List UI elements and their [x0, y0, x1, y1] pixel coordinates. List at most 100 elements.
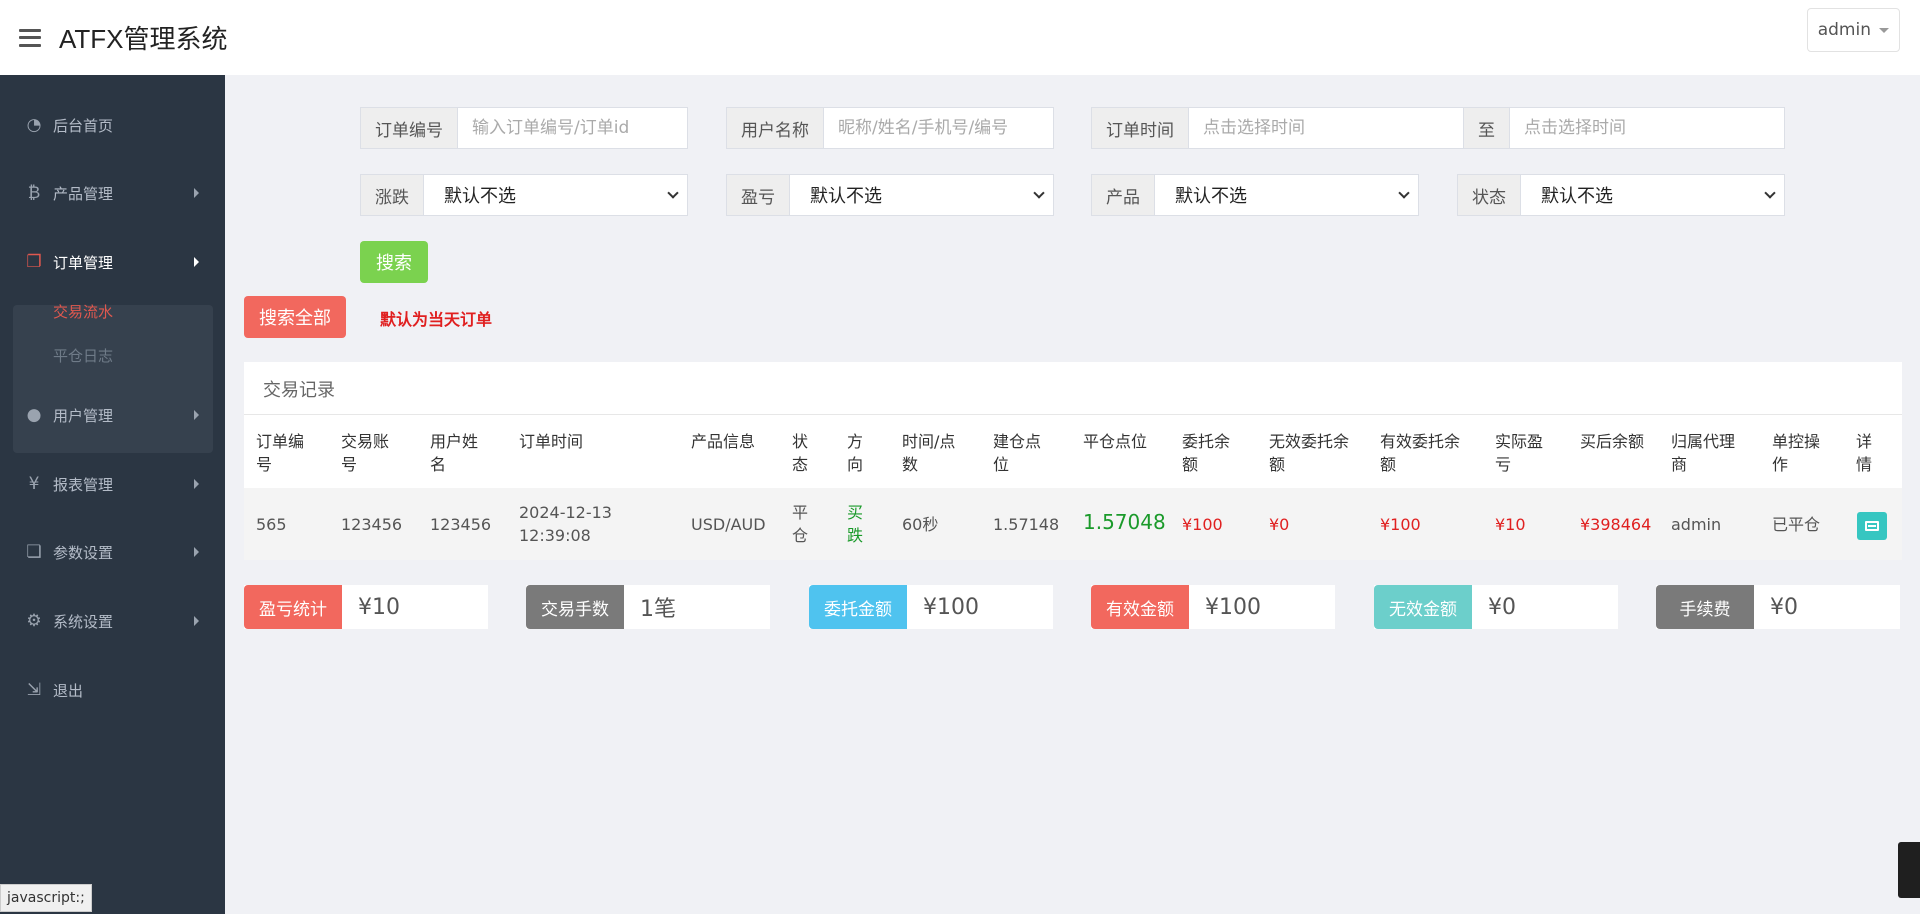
- order-no-filter: 订单编号: [360, 107, 688, 149]
- detail-button[interactable]: [1857, 512, 1887, 540]
- col-header-invalid-entrust: 无效委托余额: [1269, 432, 1350, 474]
- updown-filter: 涨跌 默认不选: [360, 174, 688, 216]
- top-header: ATFX管理系统 admin: [0, 0, 1920, 75]
- stat-label: 有效金额: [1091, 585, 1189, 629]
- sidebar-item-params[interactable]: ❏ 参数设置: [0, 532, 225, 572]
- pnl-label: 盈亏: [727, 175, 790, 215]
- sidebar-item-reports[interactable]: ¥ 报表管理: [0, 464, 225, 504]
- updown-select[interactable]: 默认不选: [424, 175, 687, 215]
- updown-selected: 默认不选: [444, 186, 516, 207]
- cell-duration: 60秒: [902, 515, 939, 534]
- stat-label: 无效金额: [1374, 585, 1472, 629]
- col-header-agent: 归属代理商: [1671, 432, 1736, 474]
- stat-label: 手续费: [1656, 585, 1754, 629]
- caret-right-icon: [194, 257, 199, 267]
- default-today-note: 默认为当天订单: [380, 310, 493, 329]
- caret-down-icon: [1879, 27, 1889, 33]
- stat-label: 委托金额: [809, 585, 907, 629]
- caret-right-icon: [194, 616, 199, 626]
- subnav-trade-flow[interactable]: 交易流水: [53, 301, 113, 322]
- caret-right-icon: [194, 479, 199, 489]
- bitcoin-icon: ₿: [27, 183, 41, 203]
- cell-entrust: ¥100: [1182, 515, 1223, 534]
- time-end-input[interactable]: [1510, 108, 1784, 148]
- product-filter: 产品 默认不选: [1091, 174, 1419, 216]
- stat-pnl: 盈亏统计 ¥10: [244, 585, 488, 629]
- side-widget-handle[interactable]: [1898, 842, 1920, 898]
- stat-value: ¥100: [923, 594, 979, 620]
- status-label: 状态: [1458, 175, 1521, 215]
- search-button[interactable]: 搜索: [360, 241, 428, 283]
- col-header-direction: 方向: [847, 432, 864, 474]
- subnav-close-log[interactable]: 平仓日志: [53, 345, 113, 366]
- stat-lots: 交易手数 1笔: [526, 585, 770, 629]
- user-name-input[interactable]: [824, 108, 1053, 148]
- product-selected: 默认不选: [1175, 186, 1247, 207]
- cell-valid-entrust: ¥100: [1380, 515, 1421, 534]
- files-icon: ❏: [26, 542, 42, 562]
- gears-icon: ⚙: [26, 611, 42, 631]
- status-selected: 默认不选: [1541, 186, 1613, 207]
- stat-value: 1笔: [640, 597, 676, 622]
- stat-value: ¥0: [1488, 594, 1516, 620]
- sidebar-item-products[interactable]: ₿ 产品管理: [0, 173, 225, 213]
- stat-value: ¥0: [1770, 594, 1798, 620]
- user-icon: ●: [26, 405, 42, 425]
- col-header-close-price: 平仓点位: [1083, 432, 1148, 451]
- cell-actual-pnl: ¥10: [1495, 515, 1526, 534]
- order-no-input[interactable]: [458, 108, 687, 148]
- cell-product: USD/AUD: [691, 515, 766, 534]
- sidebar-item-orders[interactable]: ❐ 订单管理: [0, 242, 225, 282]
- sidebar-item-label: 报表管理: [53, 475, 114, 494]
- divider: [244, 414, 1902, 415]
- product-label: 产品: [1092, 175, 1155, 215]
- chevron-down-icon: [667, 186, 679, 199]
- cell-balance-after: ¥398464: [1580, 515, 1652, 534]
- sidebar-item-system[interactable]: ⚙ 系统设置: [0, 601, 225, 641]
- app-title: ATFX管理系统: [59, 24, 228, 54]
- trade-records-panel: 交易记录 订单编号 交易账号 用户姓名 订单时间 产品信息 状态 方向 时间/点…: [244, 362, 1902, 560]
- col-header-product: 产品信息: [691, 432, 756, 451]
- user-name-label: 用户名称: [727, 108, 824, 148]
- col-header-account: 交易账号: [341, 432, 390, 474]
- card-icon: [1865, 521, 1879, 531]
- col-header-actual-pnl: 实际盈亏: [1495, 432, 1544, 474]
- order-no-label: 订单编号: [361, 108, 458, 148]
- status-filter: 状态 默认不选: [1457, 174, 1785, 216]
- search-all-button[interactable]: 搜索全部: [244, 296, 346, 338]
- user-filter: 用户名称: [726, 107, 1054, 149]
- sidebar-item-logout[interactable]: ⇲ 退出: [0, 670, 225, 710]
- cell-close-price: 1.57048: [1083, 510, 1166, 534]
- sidebar-item-dashboard[interactable]: ◔ 后台首页: [0, 105, 225, 145]
- cell-control: 已平仓: [1772, 515, 1821, 534]
- pnl-select[interactable]: 默认不选: [790, 175, 1053, 215]
- menu-toggle-icon[interactable]: [19, 28, 41, 47]
- col-header-valid-entrust: 有效委托余额: [1380, 432, 1461, 474]
- dashboard-icon: ◔: [26, 115, 42, 135]
- sidebar-item-label: 参数设置: [53, 543, 114, 562]
- panel-title: 交易记录: [263, 380, 335, 401]
- sidebar-item-users[interactable]: ● 用户管理: [0, 395, 225, 435]
- sidebar-item-label: 后台首页: [53, 116, 114, 135]
- product-select[interactable]: 默认不选: [1155, 175, 1418, 215]
- copy-icon: ❐: [26, 252, 42, 272]
- col-header-entrust: 委托余额: [1182, 432, 1231, 474]
- time-start-input[interactable]: [1189, 108, 1463, 148]
- status-select[interactable]: 默认不选: [1521, 175, 1784, 215]
- stat-entrust: 委托金额 ¥100: [809, 585, 1053, 629]
- sign-out-icon: ⇲: [26, 680, 42, 700]
- to-label: 至: [1463, 108, 1510, 148]
- chevron-down-icon: [1033, 186, 1045, 199]
- col-header-open-price: 建仓点位: [993, 432, 1042, 474]
- caret-right-icon: [194, 188, 199, 198]
- user-dropdown[interactable]: admin: [1806, 8, 1900, 52]
- pnl-filter: 盈亏 默认不选: [726, 174, 1054, 216]
- stat-fee: 手续费 ¥0: [1656, 585, 1900, 629]
- col-header-user-name: 用户姓名: [430, 432, 479, 474]
- cell-direction: 买跌: [847, 503, 864, 545]
- table-row: [244, 488, 1902, 560]
- caret-right-icon: [194, 410, 199, 420]
- col-header-balance-after: 买后余额: [1580, 432, 1645, 451]
- col-header-control: 单控操作: [1772, 432, 1821, 474]
- sidebar-item-label: 用户管理: [53, 406, 114, 425]
